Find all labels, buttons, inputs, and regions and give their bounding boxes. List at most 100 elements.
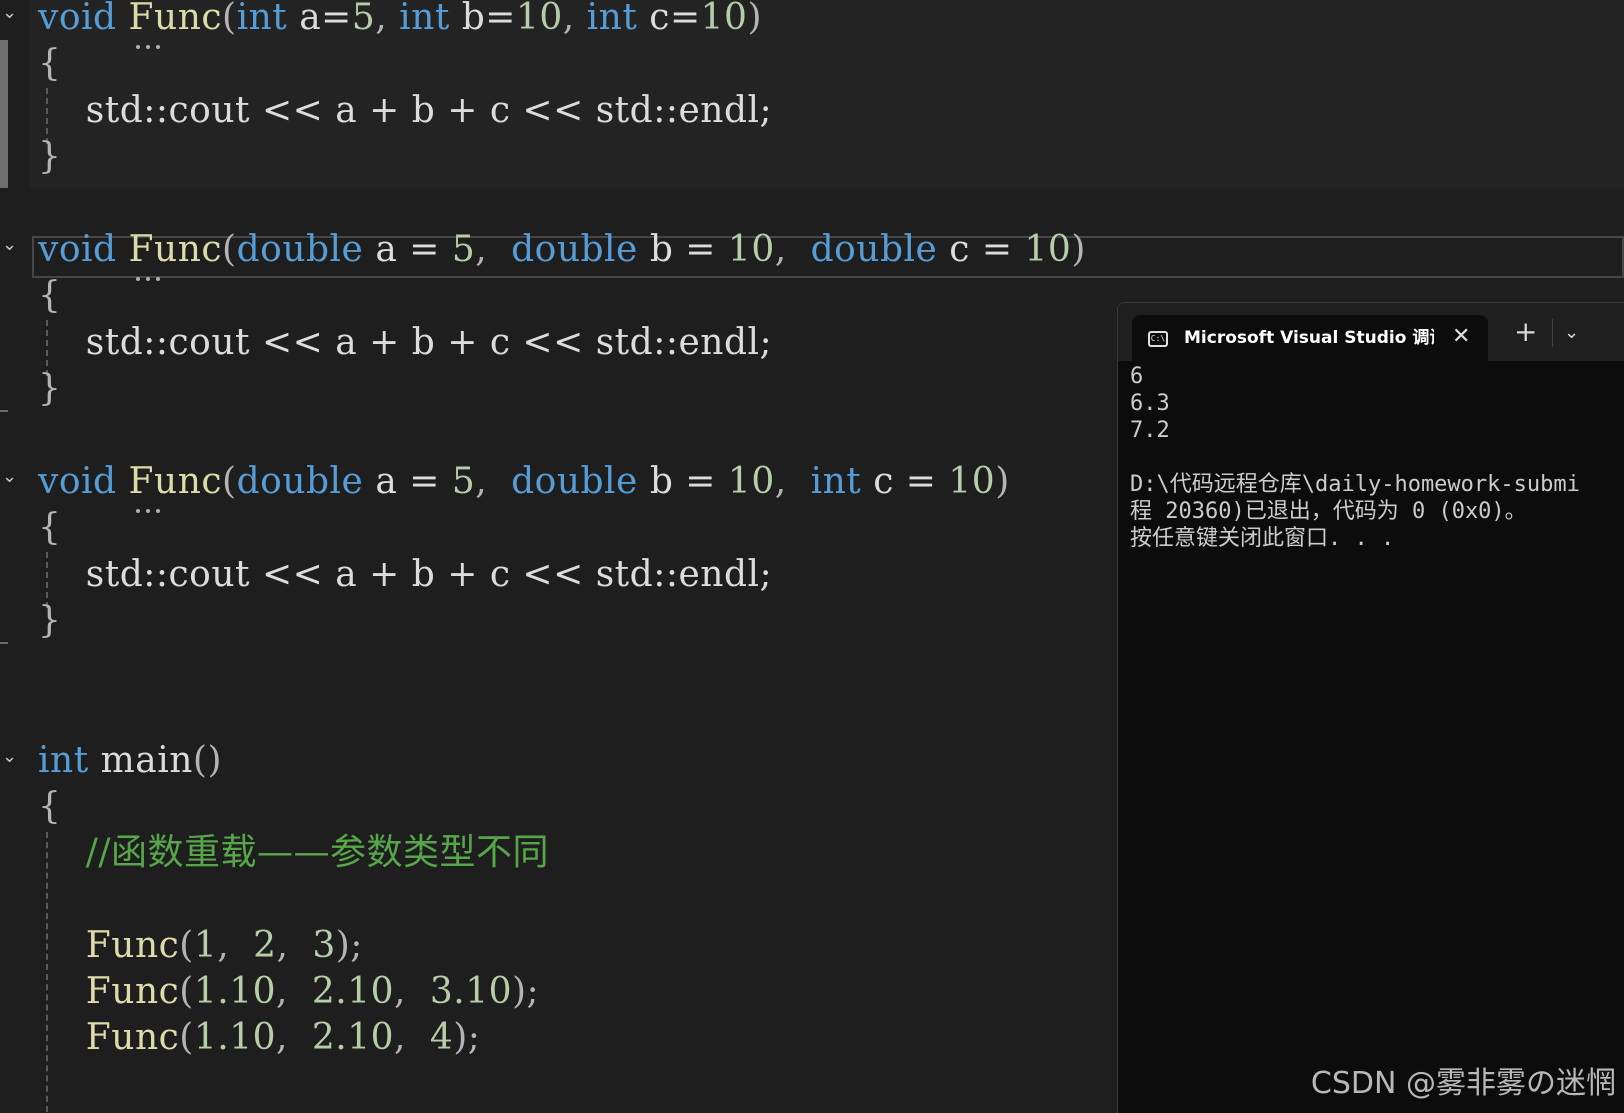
code-line[interactable]: void Func(double a = 5, double b = 10, i… (38, 458, 1010, 506)
code-line[interactable]: Func(1.10, 2.10, 4); (38, 1014, 480, 1062)
code-token: 2.10 (311, 1017, 394, 1058)
code-line[interactable]: void Func(double a = 5, double b = 10, d… (38, 226, 1086, 274)
code-token: int (236, 0, 288, 38)
console-tab[interactable]: C:\ Microsoft Visual Studio 调试控制台 ✕ (1132, 315, 1488, 361)
code-token: , (276, 1017, 312, 1058)
code-line[interactable]: Func(1.10, 2.10, 3.10); (38, 968, 539, 1016)
watermark: CSDN @雾非雾の迷惘 (1310, 1066, 1616, 1101)
code-token: b= (449, 0, 516, 38)
change-indicator-bar (0, 40, 8, 188)
chevron-down-icon[interactable]: ⌄ (1564, 319, 1579, 347)
code-token: 5 (451, 461, 476, 502)
code-token: 10 (515, 0, 563, 38)
code-token: 10 (1024, 229, 1072, 270)
tab-separator (1552, 319, 1553, 347)
code-token: ( (179, 1017, 194, 1058)
code-token: //函数重载——参数类型不同 (85, 832, 550, 873)
code-token: b = (637, 461, 728, 502)
console-output-line: 6 (1130, 364, 1144, 389)
code-token: , (774, 461, 811, 502)
code-line[interactable]: std::cout << a + b + c << std::endl; (38, 319, 772, 367)
code-token: ) (995, 461, 1010, 502)
fold-toggle-func1[interactable]: ⌄ (2, 4, 17, 22)
code-token: ); (335, 925, 363, 966)
code-token: 1.10 (193, 1017, 276, 1058)
code-token: Func (128, 0, 223, 38)
code-token: ) (747, 0, 762, 38)
intellisense-hint[interactable] (136, 498, 168, 513)
code-token: int (810, 461, 862, 502)
intellisense-hint[interactable] (136, 34, 168, 49)
console-output-line: 7.2 (1130, 418, 1170, 443)
terminal-icon: C:\ (1148, 331, 1168, 347)
code-line[interactable]: } (38, 597, 61, 645)
code-line[interactable]: { (38, 783, 61, 831)
code-token: void (38, 0, 117, 38)
code-token: ( (222, 461, 237, 502)
code-line[interactable]: { (38, 504, 61, 552)
code-token: std::cout << a + b + c << std::endl; (38, 322, 773, 363)
code-token: } (38, 600, 62, 641)
code-token: 10 (727, 229, 775, 270)
code-token: } (38, 136, 62, 177)
new-tab-button[interactable]: + (1514, 317, 1537, 347)
code-line[interactable]: { (38, 40, 61, 88)
code-token: 5 (351, 0, 376, 38)
code-token: double (511, 229, 638, 270)
code-line[interactable]: std::cout << a + b + c << std::endl; (38, 87, 772, 135)
code-line[interactable]: { (38, 272, 61, 320)
code-token: } (38, 368, 62, 409)
code-token: () (192, 740, 223, 781)
code-line[interactable]: std::cout << a + b + c << std::endl; (38, 551, 772, 599)
fold-toggle-func2[interactable]: ⌄ (2, 236, 17, 254)
code-token: 2.10 (311, 971, 394, 1012)
fold-end-marker (0, 410, 8, 412)
code-token: std::cout << a + b + c << std::endl; (38, 90, 773, 131)
code-line[interactable]: //函数重载——参数类型不同 (38, 829, 549, 877)
code-token: a= (287, 0, 352, 38)
code-token: a = (363, 461, 452, 502)
code-token: 2 (253, 925, 277, 966)
code-token: 3 (312, 925, 336, 966)
code-token: , (394, 971, 430, 1012)
code-token: 10 (700, 0, 748, 38)
fold-toggle-main[interactable]: ⌄ (2, 748, 17, 766)
code-token: double (236, 461, 364, 502)
close-icon[interactable]: ✕ (1452, 323, 1470, 351)
code-line[interactable]: } (38, 365, 61, 413)
console-output-line: 6.3 (1130, 391, 1170, 416)
code-token: ( (222, 229, 237, 270)
code-token: double (511, 461, 638, 502)
console-output-line: 程 20360)已退出，代码为 0 (0x0)。 (1130, 499, 1527, 524)
debug-console-window[interactable]: C:\ Microsoft Visual Studio 调试控制台 ✕ + ⌄ … (1117, 302, 1624, 1113)
code-token: 4 (429, 1017, 454, 1058)
code-token: { (38, 507, 62, 548)
console-output-line: D:\代码远程仓库\daily-homework-submi (1130, 472, 1580, 497)
code-token: ( (179, 971, 194, 1012)
code-line[interactable]: Func(1, 2, 3); (38, 922, 363, 970)
code-line[interactable]: } (38, 133, 61, 181)
code-token: c = (861, 461, 949, 502)
code-token: double (810, 229, 938, 270)
fold-toggle-func3[interactable]: ⌄ (2, 468, 17, 486)
code-line[interactable]: int main() (38, 737, 222, 785)
code-token: 10 (727, 461, 775, 502)
code-token: , (394, 1017, 430, 1058)
code-token: 5 (451, 229, 476, 270)
code-token: ); (512, 971, 540, 1012)
code-token: int (586, 0, 638, 38)
code-token: { (38, 275, 62, 316)
intellisense-hint[interactable] (136, 266, 168, 281)
code-token: 1.10 (193, 971, 276, 1012)
console-output-line: 按任意键关闭此窗口. . . (1130, 526, 1395, 551)
code-token: c = (937, 229, 1025, 270)
code-token: b = (637, 229, 728, 270)
code-token: double (236, 229, 364, 270)
code-token: 1 (193, 925, 218, 966)
code-token: int (38, 740, 89, 781)
